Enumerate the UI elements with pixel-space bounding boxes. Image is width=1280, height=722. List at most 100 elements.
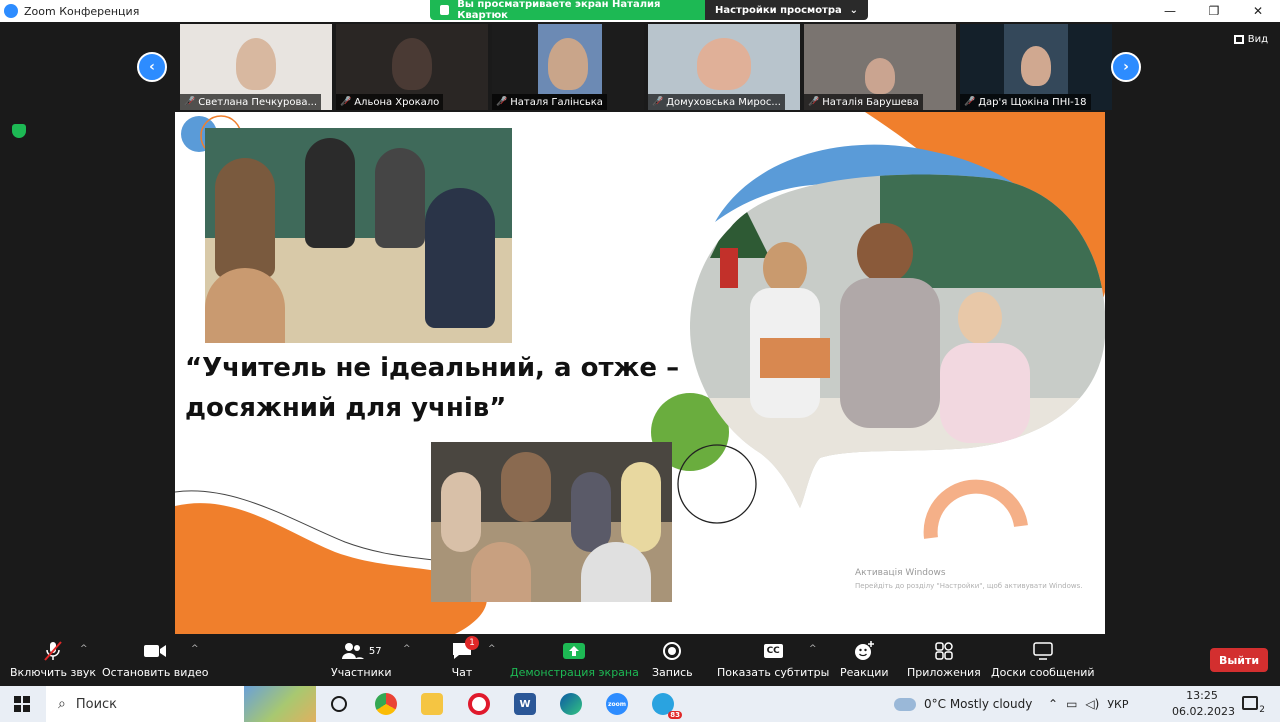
input-language[interactable]: УКР [1107, 698, 1128, 711]
classroom-photo-3 [431, 442, 672, 602]
activation-watermark-text: Перейдіть до розділу "Настройки", щоб ак… [855, 582, 1083, 590]
next-page-button[interactable]: › [1111, 52, 1141, 82]
telegram-badge: 83 [668, 711, 682, 719]
whiteboards-button[interactable]: Доски сообщений [991, 640, 1095, 679]
video-options-caret[interactable]: ^ [191, 644, 199, 654]
taskbar-search[interactable]: ⌕ Поиск [46, 686, 316, 722]
reactions-label: Реакции [840, 666, 889, 679]
mic-muted-icon: 🎤̸ [184, 97, 196, 107]
photo-child [215, 158, 275, 278]
weather-widget[interactable]: 0°C Mostly cloudy [894, 686, 1032, 722]
participants-button[interactable]: 57 Участники [331, 640, 392, 679]
participant-video[interactable]: 🎤̸ Светлана Печкурова... [180, 24, 332, 110]
encryption-shield-icon[interactable] [12, 124, 26, 138]
participant-name: Наталя Галінська [510, 96, 603, 108]
volume-icon[interactable]: ◁) [1085, 697, 1099, 711]
chat-options-caret[interactable]: ^ [488, 644, 496, 654]
minimize-button[interactable]: — [1148, 0, 1192, 22]
video-camera-icon [143, 640, 167, 662]
chat-label: Чат [451, 666, 473, 679]
reactions-button[interactable]: Реакции [840, 640, 889, 679]
prev-page-button[interactable]: ‹ [137, 52, 167, 82]
chat-button[interactable]: 1 Чат [451, 636, 479, 679]
participant-face [236, 38, 276, 90]
participant-strip: 🎤̸ Светлана Печкурова... 🎤̸ Альона Хрокало… [180, 24, 1112, 110]
leave-meeting-button[interactable]: Выйти [1210, 648, 1268, 672]
telegram-icon[interactable]: 83 [652, 693, 682, 719]
record-button[interactable]: Запись [652, 640, 693, 679]
chevron-down-icon: ⌄ [849, 4, 858, 16]
file-explorer-icon[interactable] [421, 693, 443, 715]
edge-icon[interactable] [560, 693, 582, 715]
opera-icon[interactable] [468, 693, 490, 715]
audio-options-caret[interactable]: ^ [80, 644, 88, 654]
clock[interactable]: 13:25 06.02.2023 [1172, 688, 1235, 720]
participant-face [1021, 46, 1051, 86]
task-view-icon[interactable] [331, 696, 347, 712]
participant-face [392, 38, 432, 90]
window-controls: — ❐ ✕ [1148, 0, 1280, 22]
maximize-button[interactable]: ❐ [1192, 0, 1236, 22]
chevron-right-icon: › [1123, 59, 1129, 75]
chevron-left-icon: ‹ [149, 59, 155, 75]
search-icon: ⌕ [58, 696, 66, 712]
photo-teacher [501, 452, 551, 522]
participant-label: 🎤̸ Альона Хрокало [336, 94, 444, 110]
participants-options-caret[interactable]: ^ [403, 644, 411, 654]
participant-face [697, 38, 751, 90]
mic-muted-icon: 🎤̸ [496, 97, 508, 107]
view-label: Вид [1247, 34, 1268, 45]
mic-muted-icon [42, 640, 64, 662]
shared-screen: “Учитель не ідеальний, а отже – досяжний… [175, 112, 1105, 634]
close-button[interactable]: ✕ [1236, 0, 1280, 22]
chrome-icon[interactable] [375, 693, 397, 715]
cc-glyph: CC [763, 644, 783, 658]
smiley-icon [853, 640, 875, 662]
windows-start-icon[interactable] [14, 696, 30, 712]
captions-icon: CC [763, 640, 783, 662]
system-tray: ⌃ ▭ ◁) УКР [1048, 686, 1128, 722]
participants-count: 57 [368, 645, 382, 657]
participant-video[interactable]: 🎤̸ Наталя Галінська [492, 24, 644, 110]
zoom-logo-icon [4, 4, 18, 18]
word-icon[interactable]: W [514, 693, 536, 715]
participant-video[interactable]: 🎤̸ Наталія Барушева [804, 24, 956, 110]
photo-child [621, 462, 661, 552]
photo-child [571, 472, 611, 552]
notifications-icon[interactable]: 2 [1242, 696, 1265, 715]
view-options-button[interactable]: Настройки просмотра ⌄ [705, 0, 868, 20]
zoom-app-icon[interactable]: zoom [606, 693, 628, 715]
chevron-up-icon[interactable]: ⌃ [1048, 697, 1058, 711]
windows-taskbar: ⌕ Поиск W zoom 83 0°C Mostly cloudy ⌃ ▭ … [0, 686, 1280, 722]
record-label: Запись [652, 666, 693, 679]
share-screen-button[interactable]: Демонстрация экрана [510, 640, 639, 679]
participant-video[interactable]: 🎤̸ Альона Хрокало [336, 24, 488, 110]
participant-video[interactable]: 🎤̸ Домуховська Мирос... [648, 24, 800, 110]
mic-muted-icon: 🎤̸ [340, 97, 352, 107]
chat-icon: 1 [451, 636, 479, 662]
share-screen-label: Демонстрация экрана [510, 666, 639, 679]
apps-icon [933, 640, 955, 662]
clock-time: 13:25 [1186, 689, 1218, 702]
whiteboards-label: Доски сообщений [991, 666, 1095, 679]
network-icon[interactable]: ▭ [1066, 697, 1077, 711]
record-icon [662, 640, 682, 662]
apps-button[interactable]: Приложения [907, 640, 981, 679]
photo-child [375, 148, 425, 248]
activation-watermark-title: Активація Windows [855, 568, 946, 578]
apps-label: Приложения [907, 666, 981, 679]
unmute-label: Включить звук [10, 666, 97, 679]
classroom-photo-1 [205, 128, 512, 343]
participant-face [865, 58, 895, 94]
captions-options-caret[interactable]: ^ [809, 644, 817, 654]
cloud-icon [894, 697, 916, 711]
view-button[interactable]: Вид [1233, 34, 1268, 45]
mic-muted-icon: 🎤̸ [652, 97, 664, 107]
participant-label: 🎤̸ Наталя Галінська [492, 94, 607, 110]
share-indicator-icon [440, 5, 450, 15]
participant-label: 🎤̸ Домуховська Мирос... [648, 94, 785, 110]
photo-child [441, 472, 481, 552]
slide-quote: “Учитель не ідеальний, а отже – досяжний… [185, 348, 685, 428]
participant-video[interactable]: 🎤̸ Дар'я Щокіна ПНІ-18 [960, 24, 1112, 110]
photo-child [205, 268, 285, 343]
